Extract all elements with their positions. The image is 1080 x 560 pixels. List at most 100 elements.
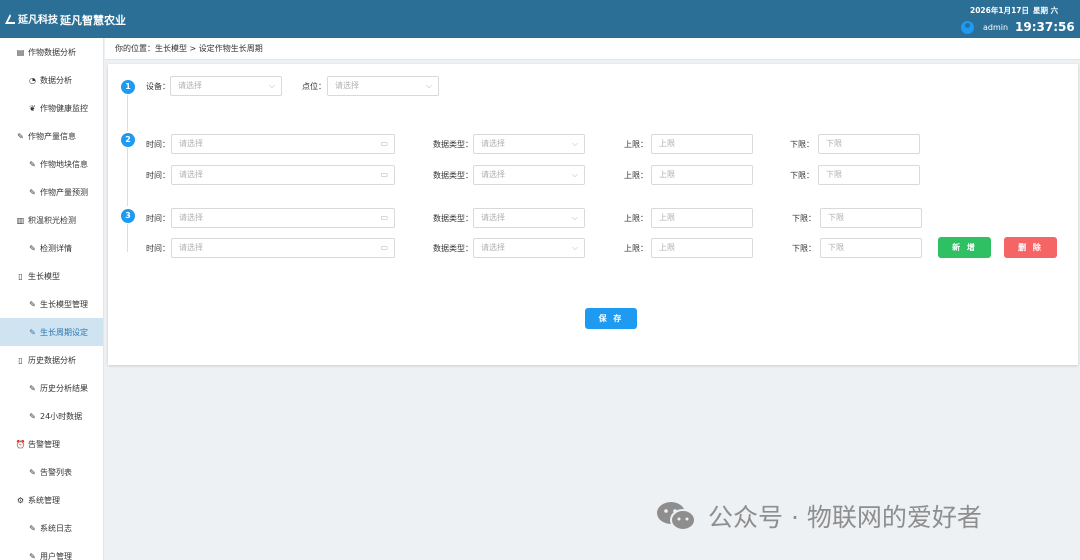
lower-input[interactable]: 下限 bbox=[818, 134, 920, 154]
sidebar-item[interactable]: ✎ 作物产量预测 bbox=[0, 178, 103, 206]
sidebar-item-label: 生长周期设定 bbox=[40, 327, 88, 337]
sidebar-item[interactable]: ✎ 历史分析结果 bbox=[0, 374, 103, 402]
upper-input[interactable]: 上限 bbox=[651, 165, 753, 185]
time-label: 时间： bbox=[146, 214, 170, 223]
sidebar-item-label: 数据分析 bbox=[40, 75, 72, 85]
sidebar-item-label: 生长模型 bbox=[28, 271, 60, 281]
device-select[interactable]: 请选择 ⌵ bbox=[170, 76, 282, 96]
sidebar-item[interactable]: ✎ 生长模型管理 bbox=[0, 290, 103, 318]
data-type-label: 数据类型： bbox=[433, 214, 473, 223]
upper-input-placeholder: 上限 bbox=[659, 213, 675, 222]
sidebar-item[interactable]: ◔ 数据分析 bbox=[0, 66, 103, 94]
data-type-label: 数据类型： bbox=[433, 171, 473, 180]
time-picker-placeholder: 请选择 bbox=[179, 139, 203, 148]
sidebar-item[interactable]: ▯ 历史数据分析 bbox=[0, 346, 103, 374]
sidebar-item[interactable]: ✎ 检测详情 bbox=[0, 234, 103, 262]
data-type-select[interactable]: 请选择 ⌵ bbox=[473, 165, 585, 185]
edit-icon: ✎ bbox=[29, 159, 36, 169]
sidebar-item-label: 作物健康监控 bbox=[40, 103, 88, 113]
step-1-badge: 1 bbox=[121, 80, 135, 94]
sidebar-item[interactable]: ⏰ 告警管理 bbox=[0, 430, 103, 458]
data-type-select-placeholder: 请选择 bbox=[481, 213, 505, 222]
point-select[interactable]: 请选择 ⌵ bbox=[327, 76, 439, 96]
time-picker[interactable]: 请选择 ▭ bbox=[171, 238, 395, 258]
save-button[interactable]: 保 存 bbox=[585, 308, 637, 329]
lower-input-placeholder: 下限 bbox=[828, 213, 844, 222]
edit-icon: ✎ bbox=[29, 327, 36, 337]
lower-label: 下限： bbox=[792, 214, 816, 223]
data-type-select[interactable]: 请选择 ⌵ bbox=[473, 208, 585, 228]
edit-icon: ✎ bbox=[29, 551, 36, 560]
sidebar-item[interactable]: ▯ 生长模型 bbox=[0, 262, 103, 290]
device-placeholder: 请选择 bbox=[178, 81, 202, 90]
header-weekday: 星期 六 bbox=[1033, 6, 1059, 15]
sidebar-item[interactable]: ✎ 生长周期设定 bbox=[0, 318, 103, 346]
sidebar-item[interactable]: ▥ 积温积光检测 bbox=[0, 206, 103, 234]
sidebar-item[interactable]: ✎ 作物地块信息 bbox=[0, 150, 103, 178]
time-label: 时间： bbox=[146, 244, 170, 253]
add-button[interactable]: 新 增 bbox=[938, 237, 991, 258]
data-type-select-placeholder: 请选择 bbox=[481, 139, 505, 148]
time-picker[interactable]: 请选择 ▭ bbox=[171, 165, 395, 185]
lower-input[interactable]: 下限 bbox=[820, 208, 922, 228]
pie-icon: ◔ bbox=[29, 75, 36, 85]
calendar-icon: ▭ bbox=[380, 243, 388, 252]
edit-icon: ✎ bbox=[29, 467, 36, 477]
app-title: 延凡智慧农业 bbox=[60, 14, 126, 27]
data-type-label: 数据类型： bbox=[433, 244, 473, 253]
watermark: 公众号 · 物联网的爱好者 bbox=[656, 498, 982, 534]
edit-icon: ✎ bbox=[29, 243, 36, 253]
edit-icon: ✎ bbox=[29, 187, 36, 197]
file-icon: ▯ bbox=[18, 355, 23, 365]
username[interactable]: admin bbox=[983, 23, 1008, 32]
sidebar-item[interactable]: ✎ 作物产量信息 bbox=[0, 122, 103, 150]
time-picker-placeholder: 请选择 bbox=[179, 213, 203, 222]
upper-input[interactable]: 上限 bbox=[651, 238, 753, 258]
time-picker[interactable]: 请选择 ▭ bbox=[171, 134, 395, 154]
time-picker-placeholder: 请选择 bbox=[179, 170, 203, 179]
lower-input-placeholder: 下限 bbox=[828, 243, 844, 252]
sidebar-item[interactable]: ✎ 24小时数据 bbox=[0, 402, 103, 430]
watermark-text: 公众号 · 物联网的爱好者 bbox=[708, 503, 982, 532]
sidebar-item-label: 用户管理 bbox=[40, 551, 72, 560]
chevron-down-icon: ⌵ bbox=[571, 139, 578, 148]
chevron-down-icon: ⌵ bbox=[268, 81, 275, 90]
user-avatar-icon[interactable] bbox=[961, 21, 974, 34]
lower-input-placeholder: 下限 bbox=[826, 139, 842, 148]
chevron-down-icon: ⌵ bbox=[571, 170, 578, 179]
upper-label: 上限： bbox=[624, 244, 648, 253]
edit-icon: ✎ bbox=[17, 131, 24, 141]
lower-input[interactable]: 下限 bbox=[820, 238, 922, 258]
data-type-select[interactable]: 请选择 ⌵ bbox=[473, 134, 585, 154]
time-picker[interactable]: 请选择 ▭ bbox=[171, 208, 395, 228]
step-2-badge: 2 bbox=[121, 133, 135, 147]
sidebar-item-label: 作物产量信息 bbox=[28, 131, 76, 141]
sidebar-item-label: 积温积光检测 bbox=[28, 215, 76, 225]
time-picker-placeholder: 请选择 bbox=[179, 243, 203, 252]
device-label: 设备： bbox=[146, 82, 170, 91]
delete-button[interactable]: 删 除 bbox=[1004, 237, 1057, 258]
sidebar-item[interactable]: ❦ 作物健康监控 bbox=[0, 94, 103, 122]
chevron-down-icon: ⌵ bbox=[425, 81, 432, 90]
lower-label: 下限： bbox=[792, 244, 816, 253]
sidebar-item[interactable]: ▤ 作物数据分析 bbox=[0, 38, 103, 66]
sidebar-item[interactable]: ✎ 用户管理 bbox=[0, 542, 103, 560]
sidebar-item[interactable]: ✎ 系统日志 bbox=[0, 514, 103, 542]
chevron-down-icon: ⌵ bbox=[571, 243, 578, 252]
point-label: 点位： bbox=[302, 82, 326, 91]
calendar-icon: ▭ bbox=[380, 139, 388, 148]
upper-input[interactable]: 上限 bbox=[651, 134, 753, 154]
file-icon: ▯ bbox=[18, 271, 23, 281]
sidebar-item[interactable]: ✎ 告警列表 bbox=[0, 458, 103, 486]
lower-input[interactable]: 下限 bbox=[818, 165, 920, 185]
chevron-down-icon: ⌵ bbox=[571, 213, 578, 222]
upper-input[interactable]: 上限 bbox=[651, 208, 753, 228]
sidebar-item-label: 作物产量预测 bbox=[40, 187, 88, 197]
lower-label: 下限： bbox=[790, 140, 814, 149]
gear-icon: ⚙ bbox=[16, 495, 25, 505]
data-type-select[interactable]: 请选择 ⌵ bbox=[473, 238, 585, 258]
alarm-icon: ⏰ bbox=[15, 439, 26, 449]
logo-text: 延凡科技 bbox=[18, 15, 58, 26]
top-header: 延凡科技 延凡智慧农业 2026年1月17日 星期 六 admin 19:37:… bbox=[0, 0, 1080, 38]
sidebar-item[interactable]: ⚙ 系统管理 bbox=[0, 486, 103, 514]
